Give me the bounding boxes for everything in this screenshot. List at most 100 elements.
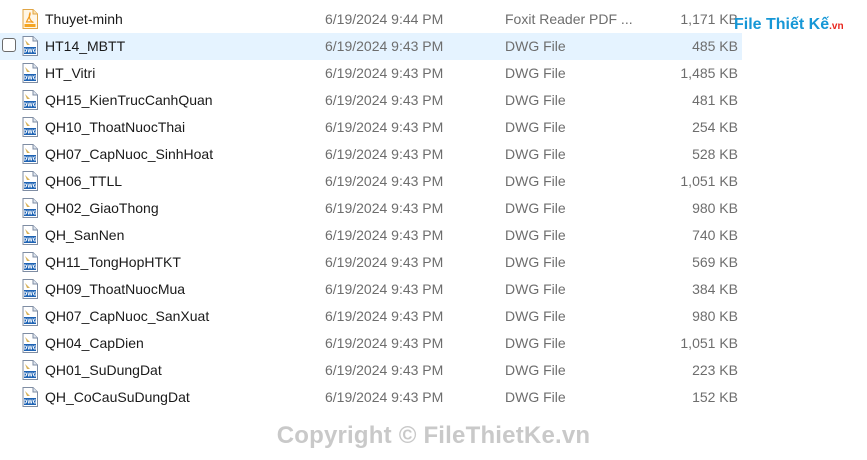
- dwg-file-icon: DWG: [22, 333, 38, 353]
- file-row[interactable]: DWG QH_CoCauSuDungDat 6/19/2024 9:43 PM DWG…: [0, 384, 742, 411]
- file-type: DWG File: [505, 281, 566, 297]
- file-type: DWG File: [505, 362, 566, 378]
- file-type: DWG File: [505, 92, 566, 108]
- file-size: 528 KB: [692, 146, 738, 162]
- file-name: QH15_KienTrucCanhQuan: [45, 92, 213, 108]
- file-date-modified: 6/19/2024 9:43 PM: [325, 281, 444, 297]
- file-size: 1,171 KB: [680, 11, 738, 27]
- file-type: DWG File: [505, 38, 566, 54]
- file-size: 485 KB: [692, 38, 738, 54]
- file-row[interactable]: DWG QH04_CapDien 6/19/2024 9:43 PM DWG File…: [0, 330, 742, 357]
- file-type: Foxit Reader PDF ...: [505, 11, 633, 27]
- brand-logo-text: File Thiết Kế: [734, 16, 830, 33]
- svg-text:DWG: DWG: [23, 238, 37, 244]
- file-date-modified: 6/19/2024 9:43 PM: [325, 335, 444, 351]
- file-row[interactable]: DWG QH_SanNen 6/19/2024 9:43 PM DWG File 740…: [0, 222, 742, 249]
- file-size: 1,051 KB: [680, 335, 738, 351]
- file-date-modified: 6/19/2024 9:43 PM: [325, 92, 444, 108]
- file-row[interactable]: DWG HT_Vitri 6/19/2024 9:43 PM DWG File 1,48…: [0, 60, 742, 87]
- file-list: Thuyet-minh 6/19/2024 9:44 PM Foxit Reader…: [0, 6, 867, 411]
- file-row[interactable]: DWG HT14_MBTT 6/19/2024 9:43 PM DWG File 485…: [0, 33, 742, 60]
- file-name: QH02_GiaoThong: [45, 200, 159, 216]
- svg-text:DWG: DWG: [23, 103, 37, 109]
- file-type: DWG File: [505, 173, 566, 189]
- file-row[interactable]: Thuyet-minh 6/19/2024 9:44 PM Foxit Reader…: [0, 6, 742, 33]
- file-date-modified: 6/19/2024 9:43 PM: [325, 308, 444, 324]
- dwg-file-icon: DWG: [22, 198, 38, 218]
- file-type: DWG File: [505, 200, 566, 216]
- file-row[interactable]: DWG QH07_CapNuoc_SinhHoat 6/19/2024 9:43 P…: [0, 141, 742, 168]
- file-date-modified: 6/19/2024 9:43 PM: [325, 200, 444, 216]
- dwg-file-icon: DWG: [22, 252, 38, 272]
- file-row[interactable]: DWG QH06_TTLL 6/19/2024 9:43 PM DWG File 1,0…: [0, 168, 742, 195]
- file-type: DWG File: [505, 308, 566, 324]
- file-size: 1,485 KB: [680, 65, 738, 81]
- file-name: QH09_ThoatNuocMua: [45, 281, 186, 297]
- file-date-modified: 6/19/2024 9:43 PM: [325, 65, 444, 81]
- svg-text:DWG: DWG: [23, 211, 37, 217]
- file-name: QH_SanNen: [45, 227, 125, 243]
- file-type: DWG File: [505, 146, 566, 162]
- file-size: 980 KB: [692, 308, 738, 324]
- file-date-modified: 6/19/2024 9:43 PM: [325, 254, 444, 270]
- file-date-modified: 6/19/2024 9:43 PM: [325, 146, 444, 162]
- file-name: QH06_TTLL: [45, 173, 123, 189]
- file-size: 254 KB: [692, 119, 738, 135]
- file-name: QH01_SuDungDat: [45, 362, 162, 378]
- dwg-file-icon: DWG: [22, 225, 38, 245]
- file-row[interactable]: DWG QH11_TongHopHTKT 6/19/2024 9:43 PM DWG …: [0, 249, 742, 276]
- file-size: 223 KB: [692, 362, 738, 378]
- file-row[interactable]: DWG QH10_ThoatNuocThai 6/19/2024 9:43 PM DW…: [0, 114, 742, 141]
- file-name: QH11_TongHopHTKT: [45, 254, 181, 270]
- file-size: 1,051 KB: [680, 173, 738, 189]
- svg-text:DWG: DWG: [23, 157, 37, 163]
- pdf-file-icon: [22, 9, 38, 29]
- file-type: DWG File: [505, 254, 566, 270]
- file-name: QH10_ThoatNuocThai: [45, 119, 186, 135]
- dwg-file-icon: DWG: [22, 63, 38, 83]
- svg-text:DWG: DWG: [23, 265, 37, 271]
- dwg-file-icon: DWG: [22, 279, 38, 299]
- file-name: HT_Vitri: [45, 65, 96, 81]
- dwg-file-icon: DWG: [22, 387, 38, 407]
- file-size: 481 KB: [692, 92, 738, 108]
- file-row[interactable]: DWG QH09_ThoatNuocMua 6/19/2024 9:43 PM DWG…: [0, 276, 742, 303]
- file-size: 152 KB: [692, 389, 738, 405]
- file-size: 740 KB: [692, 227, 738, 243]
- file-name: QH_CoCauSuDungDat: [45, 389, 190, 405]
- file-size: 980 KB: [692, 200, 738, 216]
- file-date-modified: 6/19/2024 9:43 PM: [325, 389, 444, 405]
- file-date-modified: 6/19/2024 9:43 PM: [325, 173, 444, 189]
- svg-text:DWG: DWG: [23, 400, 37, 406]
- dwg-file-icon: DWG: [22, 171, 38, 191]
- brand-logo: File Thiết Kế.vn: [734, 16, 844, 34]
- dwg-file-icon: DWG: [22, 90, 38, 110]
- file-row[interactable]: DWG QH15_KienTrucCanhQuan 6/19/2024 9:43 P…: [0, 87, 742, 114]
- file-type: DWG File: [505, 227, 566, 243]
- file-name: QH07_CapNuoc_SanXuat: [45, 308, 210, 324]
- file-name: QH07_CapNuoc_SinhHoat: [45, 146, 214, 162]
- file-size: 569 KB: [692, 254, 738, 270]
- copyright-watermark: Copyright © FileThietKe.vn: [276, 422, 591, 449]
- file-row[interactable]: DWG QH02_GiaoThong 6/19/2024 9:43 PM DWG Fi…: [0, 195, 742, 222]
- file-type: DWG File: [505, 335, 566, 351]
- file-row[interactable]: DWG QH07_CapNuoc_SanXuat 6/19/2024 9:43 PM…: [0, 303, 742, 330]
- dwg-file-icon: DWG: [22, 360, 38, 380]
- file-date-modified: 6/19/2024 9:43 PM: [325, 119, 444, 135]
- file-type: DWG File: [505, 389, 566, 405]
- svg-text:DWG: DWG: [23, 346, 37, 352]
- dwg-file-icon: DWG: [22, 144, 38, 164]
- dwg-file-icon: DWG: [22, 117, 38, 137]
- file-date-modified: 6/19/2024 9:44 PM: [325, 11, 444, 27]
- svg-text:DWG: DWG: [23, 49, 37, 55]
- file-row[interactable]: DWG QH01_SuDungDat 6/19/2024 9:43 PM DWG Fi…: [0, 357, 742, 384]
- dwg-file-icon: DWG: [22, 36, 38, 56]
- svg-text:DWG: DWG: [23, 184, 37, 190]
- row-select-checkbox[interactable]: [2, 38, 16, 52]
- svg-text:DWG: DWG: [23, 373, 37, 379]
- svg-text:DWG: DWG: [23, 292, 37, 298]
- file-name: Thuyet-minh: [45, 11, 123, 27]
- svg-text:DWG: DWG: [23, 130, 37, 136]
- file-date-modified: 6/19/2024 9:43 PM: [325, 38, 444, 54]
- file-size: 384 KB: [692, 281, 738, 297]
